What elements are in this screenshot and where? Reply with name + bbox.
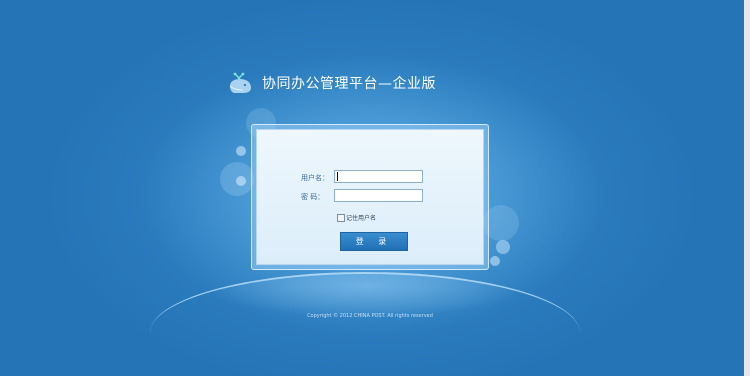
remember-username-row[interactable]: 记住用户名	[337, 213, 376, 222]
copyright-text: Copyright © 2012 CHINA POST. All rights …	[307, 313, 433, 319]
login-button[interactable]: 登 录	[340, 232, 408, 251]
login-page: 协同办公管理平台—企业版 用户名： 密 码： 记住用户名 登 录 Copyrig…	[0, 0, 750, 376]
decorative-bubble	[236, 176, 246, 186]
decorative-bubble	[236, 146, 246, 156]
login-panel-frame: 用户名： 密 码： 记住用户名 登 录	[251, 124, 489, 270]
text-caret	[337, 172, 338, 181]
app-title: 协同办公管理平台—企业版	[262, 76, 436, 92]
password-label: 密 码：	[301, 193, 325, 201]
decorative-bubble	[490, 256, 500, 266]
whale-icon	[229, 72, 251, 93]
username-label: 用户名：	[301, 174, 329, 182]
vertical-scrollbar[interactable]	[744, 0, 750, 376]
horizon-glow	[150, 272, 580, 376]
remember-checkbox[interactable]	[337, 213, 345, 222]
remember-label[interactable]: 记住用户名	[346, 213, 376, 222]
decorative-bubble	[496, 240, 510, 254]
login-form: 用户名： 密 码： 记住用户名 登 录	[256, 129, 484, 265]
password-input[interactable]	[334, 189, 423, 202]
username-input[interactable]	[334, 170, 423, 183]
app-header: 协同办公管理平台—企业版	[228, 70, 436, 96]
